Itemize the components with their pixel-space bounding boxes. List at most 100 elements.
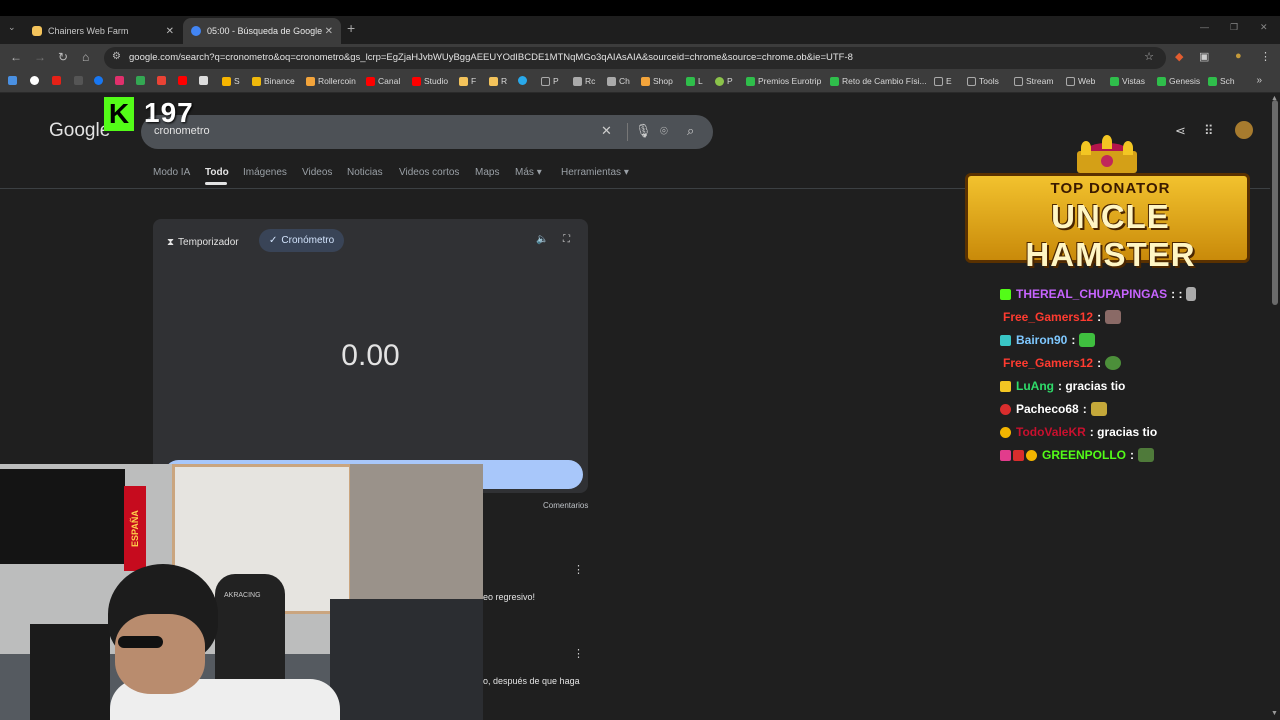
chat-text: : gracias tio xyxy=(1089,425,1158,439)
bookmark-genesis[interactable]: Genesis xyxy=(1157,76,1200,86)
bookmark-ch[interactable]: Ch xyxy=(607,76,630,86)
tab-modo-ia[interactable]: Modo IA xyxy=(153,167,190,178)
chevron-down-icon: ▾ xyxy=(536,167,542,178)
google-logo[interactable]: Google xyxy=(49,120,110,142)
tab-maps[interactable]: Maps xyxy=(475,167,499,178)
result-menu-icon[interactable]: ⋮ xyxy=(573,647,584,660)
bookmark-icon[interactable] xyxy=(136,76,148,85)
chat-username: TodoValeKR xyxy=(1016,425,1086,439)
close-tab-icon[interactable]: ✕ xyxy=(325,26,333,37)
badge-icon xyxy=(1000,426,1011,438)
bookmark-studio[interactable]: Studio xyxy=(412,76,448,86)
chat-text: : xyxy=(1082,402,1087,416)
search-divider xyxy=(627,123,628,141)
crown-icon xyxy=(1077,133,1137,173)
bookmark-icon[interactable] xyxy=(30,76,42,85)
address-bar[interactable]: ⚙ google.com/search?q=cronometro&oq=cron… xyxy=(104,47,1166,69)
bookmark-binance[interactable]: Binance xyxy=(252,76,295,86)
bookmark-canal[interactable]: Canal xyxy=(366,76,400,86)
result-menu-icon[interactable]: ⋮ xyxy=(573,563,584,576)
bookmarks-overflow-icon[interactable]: » xyxy=(1256,75,1262,86)
gaming-chair xyxy=(215,574,285,684)
scrollbar-thumb[interactable] xyxy=(1272,100,1278,305)
tab-videos[interactable]: Videos xyxy=(302,167,332,178)
tab-mas[interactable]: Más ▾ xyxy=(515,167,542,178)
reload-icon[interactable]: ↻ xyxy=(58,50,68,64)
bookmark-rc[interactable]: Rc xyxy=(573,76,595,86)
search-icon[interactable]: ⌕ xyxy=(687,123,694,139)
badge-icon xyxy=(1000,380,1011,392)
lens-icon[interactable]: ⌾ xyxy=(660,123,668,139)
check-icon: ✓ xyxy=(269,235,278,246)
close-tab-icon[interactable]: ✕ xyxy=(166,26,174,37)
top-black-strip xyxy=(0,0,1280,16)
tab-imagenes[interactable]: Imágenes xyxy=(243,167,287,178)
bookmark-telegram[interactable] xyxy=(518,76,530,85)
feedback-link[interactable]: Comentarios xyxy=(543,501,588,510)
minimize-icon[interactable]: — xyxy=(1200,22,1209,32)
bookmark-icon[interactable] xyxy=(115,76,127,85)
bookmark-reto-cambio[interactable]: Reto de Cambio Físi... xyxy=(830,76,927,86)
bookmark-folder-stream[interactable]: Stream xyxy=(1014,76,1053,86)
bookmark-star-icon[interactable]: ☆ xyxy=(1144,50,1154,63)
bookmark-icon[interactable] xyxy=(74,76,86,85)
home-icon[interactable]: ⌂ xyxy=(82,50,89,64)
kick-logo-icon: K xyxy=(104,97,134,131)
tools-button[interactable]: Herramientas ▾ xyxy=(561,167,629,178)
extensions-puzzle-icon[interactable]: ▣ xyxy=(1199,50,1209,63)
extension-fox-icon[interactable]: ◆ xyxy=(1175,50,1183,63)
new-tab-icon[interactable]: + xyxy=(347,20,355,36)
scroll-down-icon[interactable]: ▼ xyxy=(1271,710,1278,717)
chat-message: Bairon90 : xyxy=(1000,331,1096,349)
search-box[interactable]: cronometro ✕ 🎙 ⌾ ⌕ xyxy=(141,115,713,149)
bookmark-vistas[interactable]: Vistas xyxy=(1110,76,1145,86)
scroll-up-icon[interactable]: ▲ xyxy=(1271,95,1278,102)
tab-todo[interactable]: Todo xyxy=(205,167,229,178)
chat-message: TodoValeKR : gracias tio xyxy=(1000,423,1157,441)
bookmark-shop[interactable]: Shop xyxy=(641,76,673,86)
forward-icon[interactable]: → xyxy=(34,50,46,64)
bookmark-folder-e[interactable]: E xyxy=(934,76,952,86)
bookmark-p[interactable]: P xyxy=(715,76,733,86)
bookmark-icon[interactable] xyxy=(199,76,211,85)
profile-icon[interactable]: ● xyxy=(1235,50,1242,62)
bookmark-folder-p[interactable]: P xyxy=(541,76,559,86)
tab-noticias[interactable]: Noticias xyxy=(347,167,383,178)
microphone-icon[interactable]: 🎙 xyxy=(635,123,652,139)
chat-message: LuAng : gracias tio xyxy=(1000,377,1125,395)
volume-icon[interactable]: 🔈 xyxy=(536,234,548,245)
streamer-face xyxy=(115,614,205,694)
bookmark-icon[interactable] xyxy=(52,76,64,85)
webcam-bag xyxy=(30,624,110,720)
tab-google-search[interactable]: 05:00 - Búsqueda de Google ✕ xyxy=(183,18,341,44)
bookmark-sch[interactable]: Sch xyxy=(1208,76,1235,86)
bookmark-folder-web[interactable]: Web xyxy=(1066,76,1095,86)
bookmark-r[interactable]: R xyxy=(489,76,507,86)
bookmark-l[interactable]: L xyxy=(686,76,703,86)
tab-videos-cortos[interactable]: Videos cortos xyxy=(399,167,459,178)
back-icon[interactable]: ← xyxy=(10,50,22,64)
bookmark-icon[interactable] xyxy=(157,76,169,85)
tab-search-chevron-icon[interactable]: ⌄ xyxy=(8,22,16,33)
site-info-icon[interactable]: ⚙ xyxy=(112,51,121,62)
kick-viewer-overlay: K 197 xyxy=(104,97,204,133)
url-text[interactable]: google.com/search?q=cronometro&oq=cronom… xyxy=(129,52,853,63)
bookmark-s[interactable]: S xyxy=(222,76,240,86)
bookmark-f[interactable]: F xyxy=(459,76,476,86)
bookmark-premios-eurotrip[interactable]: Premios Eurotrip xyxy=(746,76,821,86)
tab-timer[interactable]: ⧗ Temporizador xyxy=(167,231,239,253)
bookmark-icon[interactable] xyxy=(94,76,106,85)
fullscreen-icon[interactable]: ⛶ xyxy=(563,234,570,245)
clear-search-icon[interactable]: ✕ xyxy=(601,123,612,139)
webcam-overlay: ESPAÑA AKRACING xyxy=(0,464,483,720)
close-window-icon[interactable]: ✕ xyxy=(1260,22,1268,33)
tab-chainers[interactable]: Chainers Web Farm ✕ xyxy=(24,18,182,44)
bookmark-folder-tools[interactable]: Tools xyxy=(967,76,999,86)
chrome-menu-icon[interactable]: ⋮ xyxy=(1260,50,1271,63)
tab-stopwatch[interactable]: ✓ Cronómetro xyxy=(259,229,345,252)
bookmark-icon[interactable] xyxy=(8,76,20,85)
active-tab-indicator xyxy=(205,182,227,185)
bookmark-icon[interactable] xyxy=(178,76,190,85)
restore-icon[interactable]: ❐ xyxy=(1230,22,1238,33)
bookmark-rollercoin[interactable]: Rollercoin xyxy=(306,76,356,86)
